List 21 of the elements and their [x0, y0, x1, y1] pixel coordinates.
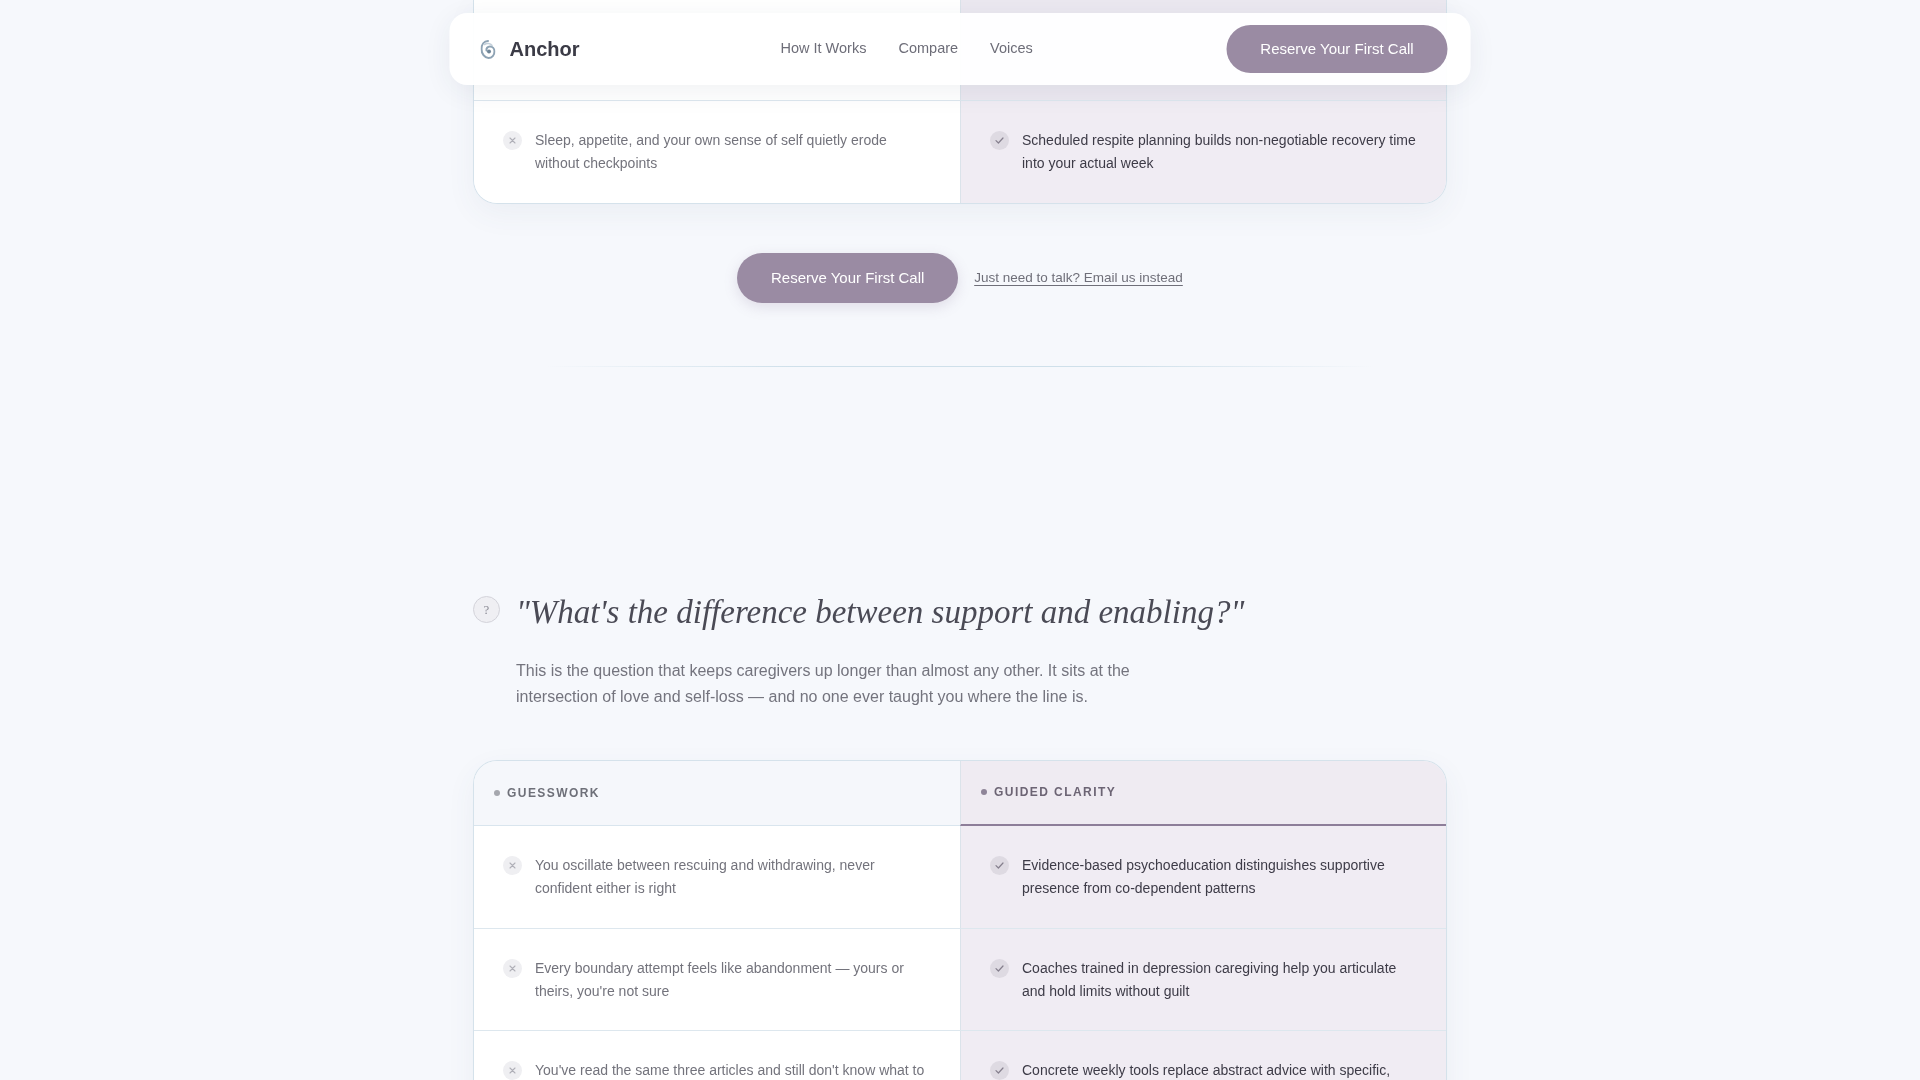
comparison-text: Evidence-based psychoeducation distinguishes supportive presence from co-dependent patterns [1022, 855, 1386, 899]
comparison-text: Concrete weekly tools replace abstract advice with specific, [1022, 1061, 1392, 1080]
comparison-text: Sleep, appetite, and your own sense of self quietly erode without checkpoints [535, 131, 888, 174]
column-heading: GUESSWORK [507, 784, 600, 802]
column-heading: GUIDED CLARITY [994, 784, 1117, 802]
email-link[interactable]: Just need to talk? Email us instead [974, 267, 1183, 288]
comparison-text: Coaches trained in depression caregiving help you articulate and hold limits without guilt [1022, 958, 1398, 1002]
question-badge: ? [473, 595, 500, 623]
brand-name: Anchor [509, 37, 580, 62]
nav-link[interactable]: Compare [898, 38, 959, 60]
comparison-text: Scheduled respite planning builds non-negotiable recovery time into your actual week [1022, 131, 1417, 174]
comparison-text: Every boundary attempt feels like abandonment — yours or theirs, you're not sure [535, 958, 905, 1002]
question-description: This is the question that keeps caregivers up longer than almost any other. It sits at the intersection of love and self-loss — and no one ever taught you where the line is. [516, 660, 1131, 707]
reserve-call-button[interactable]: Reserve Your First Call [1226, 25, 1448, 73]
question-heading: "What's the difference between support and enabling?" [516, 592, 1245, 632]
nav-link[interactable]: How It Works [780, 38, 867, 60]
reserve-call-button[interactable]: Reserve Your First Call [737, 252, 959, 303]
swirl-logo-icon [480, 39, 496, 59]
nav-link[interactable]: Voices [990, 38, 1033, 60]
comparison-text: You oscillate between rescuing and withdrawing, never confident either is right [535, 855, 876, 899]
comparison-text: You've read the same three articles and still don't know what to [535, 1061, 926, 1080]
